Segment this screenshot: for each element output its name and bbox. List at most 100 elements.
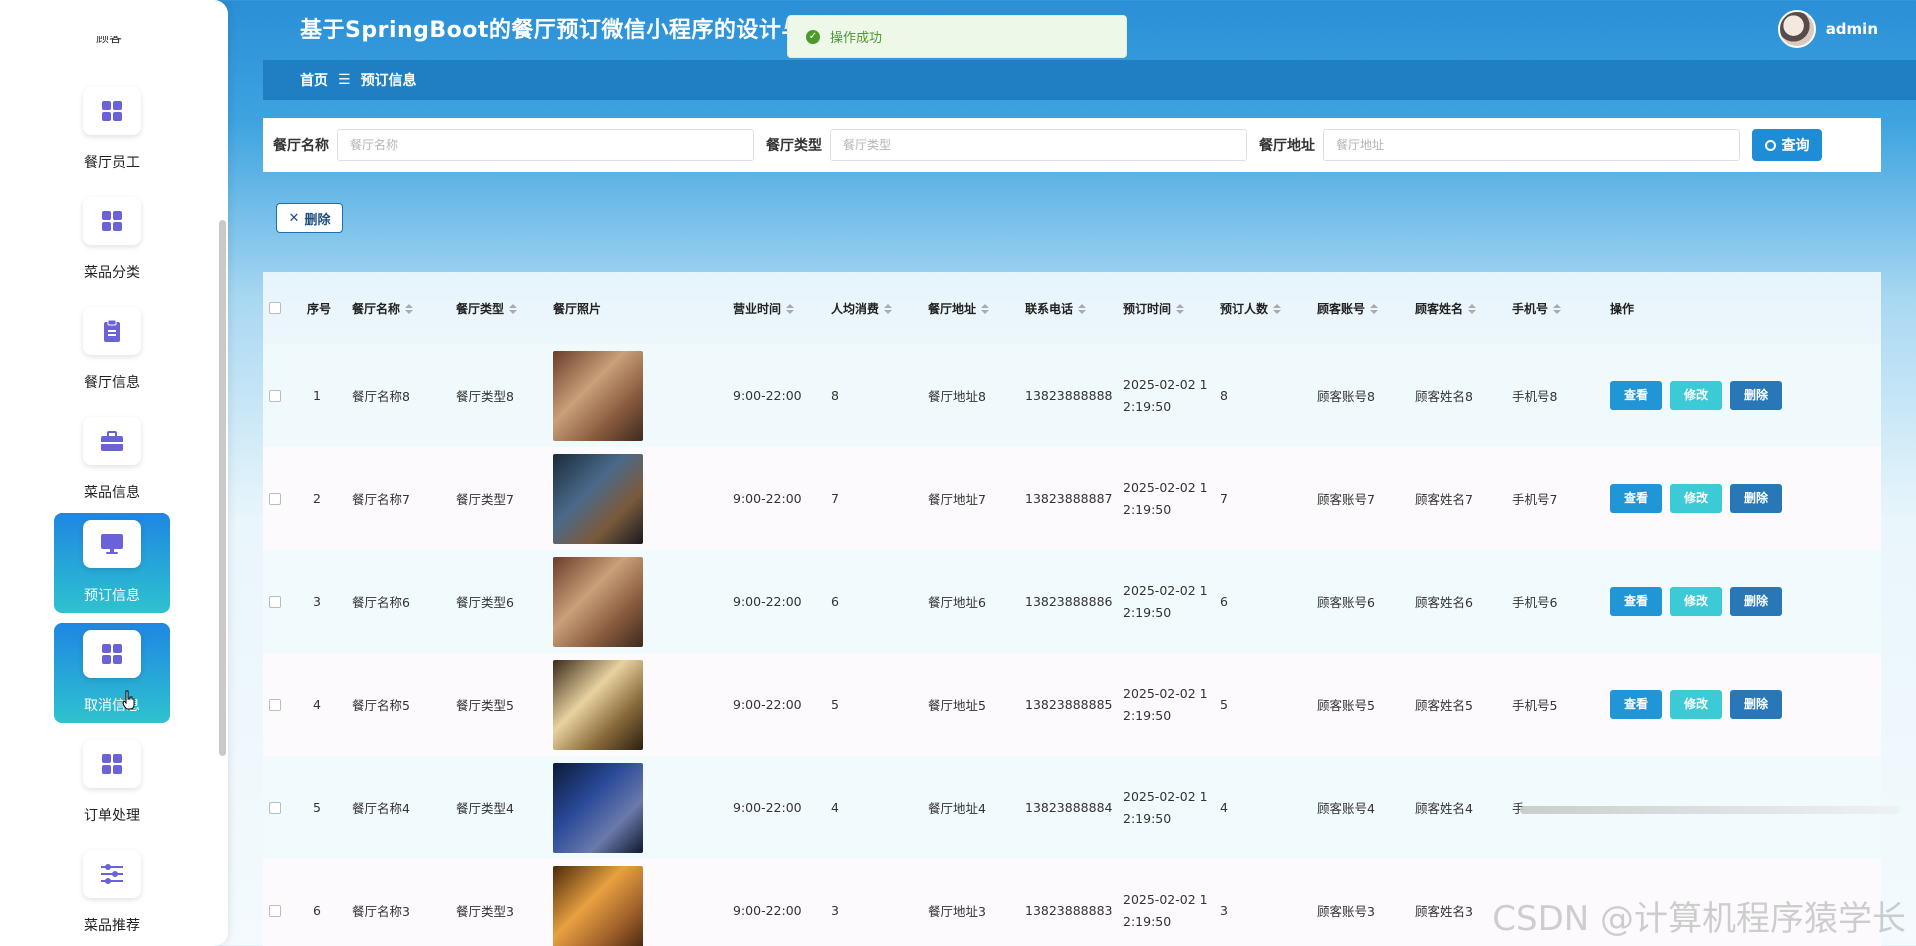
cell-addr: 餐厅地址5 — [928, 698, 986, 713]
cell-people: 8 — [1220, 388, 1228, 403]
cell-cname: 顾客姓名5 — [1415, 698, 1473, 713]
view-button[interactable]: 查看 — [1610, 587, 1662, 616]
restaurant-photo[interactable] — [553, 659, 643, 750]
search-button[interactable]: 查询 — [1752, 129, 1822, 161]
batch-delete-button[interactable]: ✕ 删除 — [276, 203, 343, 233]
cell-account: 顾客账号8 — [1317, 389, 1375, 404]
cell-account: 顾客账号3 — [1317, 904, 1375, 919]
restaurant-photo[interactable] — [553, 453, 643, 544]
cell-people: 4 — [1220, 800, 1228, 815]
cell-time: 2025-02-02 12:19:50 — [1123, 891, 1208, 929]
batch-delete-label: 删除 — [304, 212, 331, 228]
edit-button[interactable]: 修改 — [1669, 484, 1722, 513]
cell-account: 顾客账号5 — [1317, 698, 1375, 713]
cell-type: 餐厅类型8 — [456, 389, 514, 404]
sidebar-scrollbar[interactable] — [219, 220, 226, 756]
sidebar-item-label: 订单处理 — [84, 808, 140, 824]
cell-type: 餐厅类型3 — [456, 904, 514, 919]
cell-phone: 13823888887 — [1025, 491, 1113, 506]
row-checkbox[interactable] — [269, 389, 281, 402]
restaurant-address-input[interactable] — [1323, 129, 1740, 161]
header-account[interactable]: 顾客账号 — [1317, 272, 1415, 344]
cell-phone: 13823888884 — [1025, 800, 1113, 815]
restaurant-photo[interactable] — [553, 556, 643, 647]
cell-index: 3 — [313, 594, 321, 609]
restaurant-type-input[interactable] — [830, 129, 1247, 161]
cell-hours: 9:00-22:00 — [733, 903, 802, 918]
row-checkbox[interactable] — [269, 801, 281, 814]
sidebar-item-dish-info[interactable]: 菜品信息 — [54, 410, 170, 510]
edit-button[interactable]: 修改 — [1669, 690, 1722, 719]
restaurant-photo[interactable] — [553, 865, 643, 946]
delete-button[interactable]: 删除 — [1729, 484, 1782, 513]
grid-icon — [83, 197, 141, 245]
header-mobile[interactable]: 手机号 — [1512, 272, 1610, 344]
header-name[interactable]: 餐厅名称 — [352, 272, 456, 344]
view-button[interactable]: 查看 — [1610, 690, 1662, 719]
user-menu[interactable]: admin — [1777, 10, 1878, 48]
row-checkbox[interactable] — [269, 595, 281, 608]
cell-index: 1 — [313, 388, 321, 403]
avatar[interactable] — [1777, 10, 1816, 48]
view-button[interactable]: 查看 — [1610, 381, 1662, 410]
header-phone[interactable]: 联系电话 — [1025, 272, 1123, 344]
header-type[interactable]: 餐厅类型 — [456, 272, 553, 344]
cell-people: 5 — [1220, 697, 1228, 712]
cell-name: 餐厅名称3 — [352, 904, 410, 919]
cell-avg: 8 — [831, 388, 839, 403]
toast-message: 操作成功 — [830, 31, 883, 46]
sidebar-item-booking-info[interactable]: 预订信息 — [54, 513, 170, 613]
cell-cname: 顾客姓名6 — [1415, 595, 1473, 610]
sidebar-clipped-label: 顾客 — [96, 36, 123, 46]
header-address[interactable]: 餐厅地址 — [928, 272, 1025, 344]
view-button[interactable]: 查看 — [1610, 484, 1662, 513]
row-checkbox[interactable] — [269, 904, 281, 917]
header-avg-spend[interactable]: 人均消费 — [831, 272, 928, 344]
search-label-name: 餐厅名称 — [273, 138, 329, 154]
row-checkbox[interactable] — [269, 698, 281, 711]
delete-button[interactable]: 删除 — [1729, 690, 1782, 719]
cell-addr: 餐厅地址7 — [928, 492, 986, 507]
search-icon — [1764, 139, 1776, 151]
row-checkbox[interactable] — [269, 492, 281, 505]
cell-account: 顾客账号6 — [1317, 595, 1375, 610]
clipboard-icon — [83, 307, 141, 355]
cell-name: 餐厅名称7 — [352, 492, 410, 507]
restaurant-name-input[interactable] — [337, 129, 754, 161]
header-customer-name[interactable]: 顾客姓名 — [1415, 272, 1512, 344]
cell-hours: 9:00-22:00 — [733, 697, 802, 712]
breadcrumb-home[interactable]: 首页 — [300, 70, 328, 90]
cell-people: 7 — [1220, 491, 1228, 506]
sidebar-item-staff[interactable]: 餐厅员工 — [54, 80, 170, 180]
edit-button[interactable]: 修改 — [1669, 587, 1722, 616]
cell-mobile: 手机号8 — [1512, 389, 1558, 404]
sidebar-item-dish-category[interactable]: 菜品分类 — [54, 190, 170, 290]
sort-icon — [1553, 304, 1562, 314]
cell-photo — [553, 859, 733, 946]
cell-phone: 13823888888 — [1025, 388, 1113, 403]
watermark: CSDN @计算机程序猿学长 — [1492, 899, 1906, 939]
sidebar: 顾客 餐厅员工 菜品分类 餐厅信息 菜品信息 预订信息 取消信息 订单处理 菜品… — [0, 0, 228, 946]
header-index: 序号 — [307, 301, 332, 316]
edit-button[interactable]: 修改 — [1669, 381, 1722, 410]
sort-icon — [981, 304, 990, 314]
cell-hours: 9:00-22:00 — [733, 800, 802, 815]
cell-avg: 6 — [831, 594, 839, 609]
sidebar-item-restaurant-info[interactable]: 餐厅信息 — [54, 300, 170, 400]
sidebar-item-dish-recommend[interactable]: 菜品推荐 — [54, 843, 170, 943]
check-circle-icon: ✓ — [806, 29, 820, 44]
sidebar-item-order-processing[interactable]: 订单处理 — [54, 733, 170, 833]
restaurant-photo[interactable] — [553, 762, 643, 853]
header-people[interactable]: 预订人数 — [1220, 272, 1317, 344]
sidebar-item-cancel-info[interactable]: 取消信息 — [54, 623, 170, 723]
header-photo: 餐厅照片 — [553, 301, 602, 316]
delete-button[interactable]: 删除 — [1729, 587, 1782, 616]
sidebar-item-label: 预订信息 — [84, 588, 140, 604]
restaurant-photo[interactable] — [553, 350, 643, 441]
delete-button[interactable]: 删除 — [1729, 381, 1782, 410]
header-hours[interactable]: 营业时间 — [733, 272, 831, 344]
sidebar-item-label: 菜品信息 — [84, 485, 140, 501]
header-booking-time[interactable]: 预订时间 — [1123, 272, 1220, 344]
select-all-checkbox[interactable] — [269, 302, 281, 314]
cell-photo — [553, 447, 733, 550]
